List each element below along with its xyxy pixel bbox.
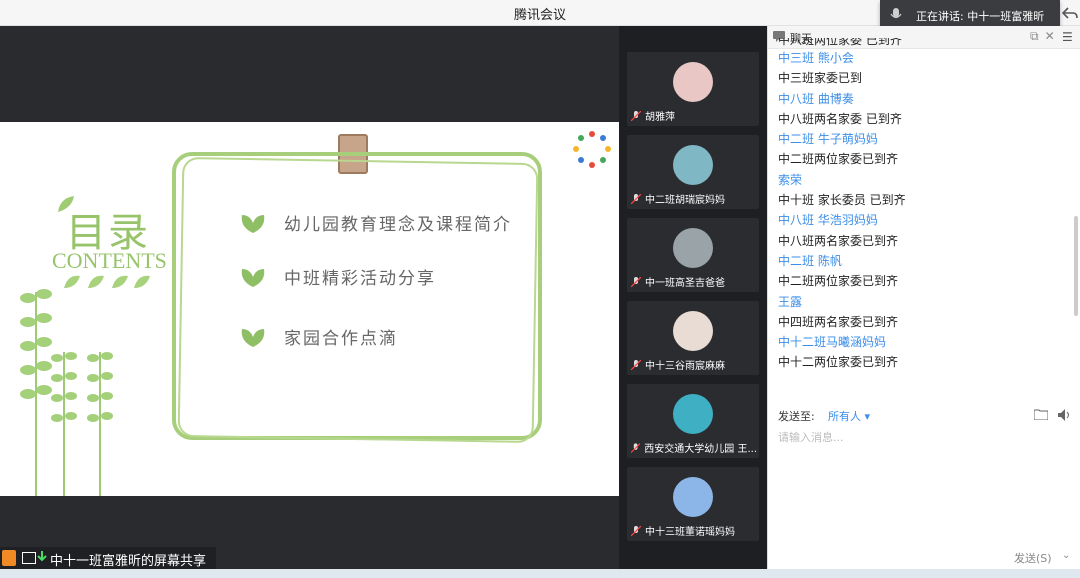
leaf-bullet-icon bbox=[241, 214, 265, 233]
chat-sender: 中十二班马曦涵妈妈 bbox=[778, 335, 887, 350]
chat-message: 中四班两名家委已到齐 bbox=[778, 314, 899, 329]
microphone-muted-icon bbox=[631, 442, 641, 453]
speaking-text: 正在讲话: 中十一班富雅昕 bbox=[916, 10, 1045, 23]
chat-message: 中八班两名家委已到齐 bbox=[778, 233, 899, 248]
chat-message-list: 中八班两位家委 已到齐 中三班 熊小会 中三班家委已到 中八班 曲博奏 中八班两… bbox=[778, 38, 1068, 373]
participant-name: 西安交通大学幼儿园 王... bbox=[644, 444, 757, 455]
volume-icon[interactable] bbox=[1058, 409, 1072, 421]
avatar bbox=[673, 394, 713, 434]
chat-sender: 中八班 华浩羽妈妈 bbox=[778, 213, 878, 228]
taskbar-strip bbox=[0, 569, 1080, 578]
participant-name: 中二班胡瑞宸妈妈 bbox=[645, 195, 725, 206]
participant-icon bbox=[2, 550, 16, 566]
chat-sender: 中二班 牛子萌妈妈 bbox=[778, 132, 878, 147]
chat-sender: 王露 bbox=[778, 294, 803, 309]
shared-screen-area: 目录 CONTENTS 幼儿园教育理念及课程简介 中班精彩活动分享 家园合作点滴 bbox=[0, 26, 619, 578]
chat-sender: 中二班 陈帆 bbox=[778, 253, 842, 268]
screen-share-status: 中十一班富雅昕的屏幕共享 bbox=[0, 547, 216, 569]
leaf-bullet-icon bbox=[241, 328, 265, 347]
chat-sender: 索荣 bbox=[778, 172, 803, 187]
share-status-text: 中十一班富雅昕的屏幕共享 bbox=[50, 554, 207, 569]
slide-heading-en: CONTENTS bbox=[52, 248, 167, 273]
send-to-select[interactable]: 所有人 ▾ bbox=[828, 408, 870, 424]
participant-name: 中十三谷雨宸麻麻 bbox=[645, 361, 725, 372]
microphone-icon bbox=[890, 8, 902, 19]
microphone-muted-icon bbox=[631, 359, 641, 370]
microphone-muted-icon bbox=[631, 193, 641, 204]
participant-tile[interactable]: 胡雅萍 bbox=[627, 52, 759, 126]
folder-icon[interactable] bbox=[1034, 409, 1048, 420]
leaf-bullet-icon bbox=[241, 268, 265, 287]
send-to-label: 发送至: bbox=[778, 410, 815, 423]
toc-item-text: 中班精彩活动分享 bbox=[284, 269, 436, 289]
send-options-chevron-icon[interactable]: ⌄ bbox=[1062, 550, 1070, 561]
message-input[interactable]: 请输入消息... bbox=[778, 426, 1068, 556]
participant-tile[interactable]: 中一班高圣吉爸爸 bbox=[627, 218, 759, 292]
chat-scrollbar[interactable] bbox=[1074, 216, 1078, 316]
chat-panel: 聊天 ⧉✕ ☰ 中八班两位家委 已到齐 中三班 熊小会 中三班家委已到 中八班 … bbox=[767, 26, 1080, 578]
presentation-slide: 目录 CONTENTS 幼儿园教育理念及课程简介 中班精彩活动分享 家园合作点滴 bbox=[0, 122, 619, 496]
download-arrow-icon[interactable] bbox=[37, 551, 47, 563]
participant-tile[interactable]: 中十三班董诺瑶妈妈 bbox=[627, 467, 759, 541]
toc-item-1: 幼儿园教育理念及课程简介 bbox=[240, 210, 512, 235]
participant-name: 中一班高圣吉爸爸 bbox=[645, 278, 725, 289]
avatar bbox=[673, 311, 713, 351]
slide-frame-decoration-inner bbox=[177, 156, 539, 444]
toc-item-text: 家园合作点滴 bbox=[284, 329, 398, 349]
microphone-muted-icon bbox=[631, 525, 641, 536]
school-logo bbox=[573, 131, 611, 168]
return-arrow-icon[interactable] bbox=[1061, 5, 1078, 21]
participant-name: 胡雅萍 bbox=[645, 112, 675, 123]
chat-message: 中八班两位家委 已到齐 bbox=[778, 38, 902, 47]
microphone-muted-icon bbox=[631, 110, 641, 121]
microphone-muted-icon bbox=[631, 276, 641, 287]
chat-message: 中三班家委已到 bbox=[778, 71, 863, 86]
chat-message: 中十二两位家委已到齐 bbox=[778, 355, 899, 370]
avatar bbox=[673, 228, 713, 268]
chat-message: 中二班两位家委已到齐 bbox=[778, 274, 899, 289]
message-input-placeholder: 请输入消息... bbox=[778, 431, 844, 444]
chat-message: 中十班 家长委员 已到齐 bbox=[778, 193, 906, 208]
chat-sender: 中八班 曲博奏 bbox=[778, 91, 854, 106]
send-button[interactable]: 发送(S) bbox=[1014, 550, 1052, 566]
plant-decoration bbox=[20, 289, 113, 496]
toc-item-text: 幼儿园教育理念及课程简介 bbox=[284, 215, 512, 235]
participant-tile[interactable]: 中十三谷雨宸麻麻 bbox=[627, 301, 759, 375]
screen-share-icon[interactable] bbox=[22, 552, 36, 564]
toc-item-3: 家园合作点滴 bbox=[240, 324, 398, 349]
send-target-row: 发送至: 所有人 ▾ bbox=[768, 404, 1080, 426]
chat-message: 中八班两名家委 已到齐 bbox=[778, 111, 902, 126]
chat-sender: 中三班 熊小会 bbox=[778, 51, 854, 65]
participant-tile[interactable]: 西安交通大学幼儿园 王... bbox=[627, 384, 759, 458]
avatar bbox=[673, 477, 713, 517]
chat-message: 中二班两位家委已到齐 bbox=[778, 152, 899, 167]
participant-video-list: 胡雅萍 中二班胡瑞宸妈妈 中一班高圣吉爸爸 中十三谷雨宸麻麻 西安交通大学幼儿园… bbox=[619, 26, 767, 578]
avatar bbox=[673, 145, 713, 185]
participant-name: 中十三班董诺瑶妈妈 bbox=[645, 527, 735, 538]
participant-tile[interactable]: 中二班胡瑞宸妈妈 bbox=[627, 135, 759, 209]
toc-item-2: 中班精彩活动分享 bbox=[240, 264, 436, 289]
avatar bbox=[673, 62, 713, 102]
